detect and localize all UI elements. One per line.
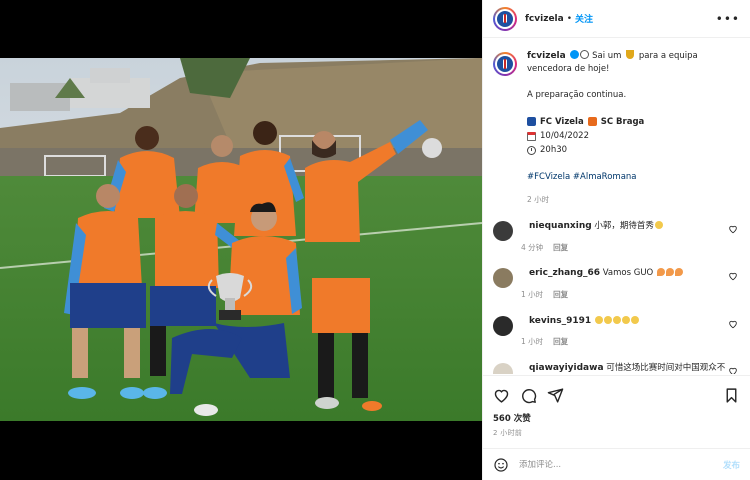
comment-like-heart-icon[interactable] <box>728 224 738 234</box>
club-crest-icon <box>497 56 513 72</box>
club-crest-icon <box>497 10 513 27</box>
clock-icon <box>527 145 536 155</box>
comment-bubble-icon[interactable] <box>520 387 537 404</box>
header-username[interactable]: fcvizela <box>525 14 564 24</box>
reply-button[interactable]: 回复 <box>553 290 568 299</box>
ring-emoji-icon <box>580 50 590 59</box>
comment-username[interactable]: niequanxing <box>529 221 592 231</box>
comment-username[interactable]: kevins_9191 <box>529 316 591 326</box>
comment-item: niequanxing 小郭，期待首秀 4 分钟 回复 <box>493 220 740 253</box>
clap-emoji-icon <box>603 315 612 324</box>
comment-username[interactable]: eric_zhang_66 <box>529 268 600 278</box>
vizela-flag-icon <box>527 117 536 127</box>
comment-text: Vamos GUO <box>602 268 654 279</box>
share-send-icon[interactable] <box>547 387 564 404</box>
comment-text: 小郭，期待首秀 <box>594 220 654 231</box>
caption-username[interactable]: fcvizela <box>527 51 566 61</box>
post-caption: fcvizela Sai um para a equipa vencedora … <box>493 50 740 206</box>
like-heart-icon[interactable] <box>493 387 510 404</box>
reply-button[interactable]: 回复 <box>553 337 568 346</box>
reply-button[interactable]: 回复 <box>553 243 568 252</box>
comment-like-heart-icon[interactable] <box>728 271 738 281</box>
post-actions: 560 次赞 2 小时前 <box>483 375 750 445</box>
commenter-avatar[interactable] <box>493 268 513 289</box>
post-comment-button[interactable]: 发布 <box>723 459 740 471</box>
post-side-panel: fcvizela • 关注 ••• fcvizela Sai um para a… <box>482 0 750 480</box>
time-line: 20h30 <box>527 144 737 156</box>
emoji-smiley-icon[interactable] <box>493 457 509 473</box>
clap-emoji-icon <box>654 220 663 229</box>
clap-emoji-icon <box>621 315 630 324</box>
comment-like-heart-icon[interactable] <box>728 366 738 374</box>
match-home-team: FC Vizela <box>540 116 584 127</box>
author-avatar[interactable] <box>493 6 517 31</box>
comment-age: 1 小时 <box>521 337 544 347</box>
blue-circle-emoji-icon <box>570 50 580 59</box>
comment-username[interactable]: qiawayiyidawa <box>529 363 604 373</box>
more-options-icon[interactable]: ••• <box>716 12 740 26</box>
follow-button[interactable]: 关注 <box>575 12 593 25</box>
commenter-avatar[interactable] <box>493 220 513 241</box>
comment-item: qiawayiyidawa 可惜这场比赛时间对中国观众不 <box>493 362 740 374</box>
comment-item: eric_zhang_66 Vamos GUO 1 小时 回复 <box>493 267 740 300</box>
fire-emoji-icon <box>665 268 674 277</box>
caption-text-part1: Sai um <box>592 51 622 61</box>
header-separator: • <box>566 13 573 24</box>
fire-emoji-icon <box>656 268 665 277</box>
match-time: 20h30 <box>540 145 568 156</box>
trophy-emoji-icon <box>626 50 635 59</box>
clap-emoji-icon <box>630 315 639 324</box>
post-photo-team-with-trophy[interactable] <box>0 58 482 421</box>
match-line: FC Vizela SC Braga <box>527 116 737 128</box>
date-line: 10/04/2022 <box>527 130 737 142</box>
caption-hashtags[interactable]: #FCVizela #AlmaRomana <box>527 171 737 183</box>
commenter-avatar[interactable] <box>493 315 513 336</box>
comment-like-heart-icon[interactable] <box>728 319 738 329</box>
fire-emoji-icon <box>674 268 683 277</box>
post-header: fcvizela • 关注 ••• <box>483 0 750 38</box>
likes-count[interactable]: 560 次赞 <box>493 412 740 424</box>
calendar-icon <box>527 131 536 141</box>
comment-item: kevins_9191 1 小时 回复 <box>493 315 740 348</box>
versus-icon <box>587 117 597 127</box>
post-timestamp: 2 小时前 <box>493 429 523 437</box>
match-away-team: SC Braga <box>600 116 645 127</box>
comment-text: 可惜这场比赛时间对中国观众不 <box>606 362 726 373</box>
add-comment-bar: 发布 <box>483 448 750 480</box>
post-media-area <box>0 0 482 480</box>
commenter-avatar[interactable] <box>493 362 513 374</box>
caption-body: fcvizela Sai um para a equipa vencedora … <box>527 50 737 206</box>
bookmark-icon[interactable] <box>723 387 740 404</box>
comment-input[interactable] <box>519 459 709 470</box>
clap-emoji-icon <box>594 315 603 324</box>
comment-age: 4 分钟 <box>521 242 544 252</box>
caption-paragraph: A preparação continua. <box>527 90 627 101</box>
match-date: 10/04/2022 <box>540 130 589 141</box>
clap-emoji-icon <box>612 315 621 324</box>
caption-author-avatar[interactable] <box>493 52 517 76</box>
comments-list[interactable]: fcvizela Sai um para a equipa vencedora … <box>483 38 750 374</box>
comment-age: 1 小时 <box>521 290 544 300</box>
caption-timestamp: 2 小时 <box>527 194 550 204</box>
